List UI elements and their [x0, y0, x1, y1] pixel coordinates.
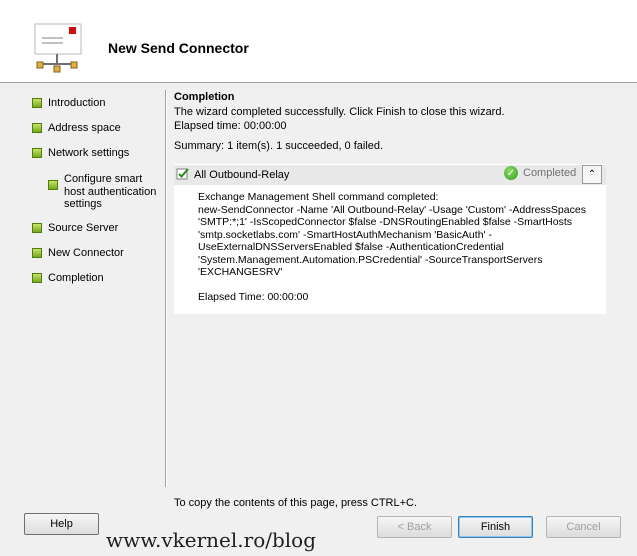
back-button[interactable]: < Back — [377, 516, 452, 538]
step-label: Source Server — [48, 222, 119, 234]
finish-button[interactable]: Finish — [458, 516, 533, 538]
step-label: New Connector — [48, 247, 124, 259]
watermark: www.vkernel.ro/blog — [106, 528, 317, 552]
step-new-connector[interactable]: New Connector — [32, 247, 124, 259]
task-elapsed-time: Elapsed Time: 00:00:00 — [198, 290, 309, 303]
step-smart-host-auth[interactable]: Configure smart host authentication sett… — [48, 173, 160, 211]
step-introduction[interactable]: Introduction — [32, 97, 105, 109]
task-name: All Outbound-Relay — [194, 169, 290, 181]
step-bullet-icon — [32, 148, 42, 158]
step-bullet-icon — [32, 98, 42, 108]
step-bullet-icon — [32, 223, 42, 233]
chevron-up-icon: ⌃ — [587, 169, 597, 180]
copy-hint: To copy the contents of this page, press… — [174, 497, 418, 509]
elapsed-time: Elapsed time: 00:00:00 — [174, 120, 287, 132]
step-bullet-icon — [32, 273, 42, 283]
step-label: Configure smart host authentication sett… — [64, 173, 157, 210]
summary-text: Summary: 1 item(s). 1 succeeded, 0 faile… — [174, 140, 384, 152]
step-bullet-icon — [32, 248, 42, 258]
wizard-header: New Send Connector — [0, 0, 637, 83]
task-status: ✓ Completed — [504, 166, 576, 180]
command-text: new-SendConnector -Name 'All Outbound-Re… — [198, 203, 586, 279]
step-bullet-icon — [32, 123, 42, 133]
step-label: Introduction — [48, 97, 106, 109]
check-circle-icon: ✓ — [504, 166, 518, 180]
command-output: Exchange Management Shell command comple… — [198, 191, 598, 303]
command-heading: Exchange Management Shell command comple… — [198, 191, 439, 203]
help-button[interactable]: Help — [24, 513, 99, 535]
completion-page: Completion The wizard completed successf… — [174, 91, 609, 152]
step-bullet-icon — [48, 180, 58, 190]
step-label: Address space — [48, 122, 121, 134]
completion-message: The wizard completed successfully. Click… — [174, 106, 505, 118]
step-source-server[interactable]: Source Server — [32, 222, 118, 234]
send-connector-icon — [34, 23, 82, 73]
nav-divider — [165, 90, 166, 487]
task-icon — [176, 168, 189, 180]
step-label: Network settings — [48, 147, 130, 159]
task-header[interactable]: All Outbound-Relay ✓ Completed ⌃ — [174, 164, 606, 186]
status-label: Completed — [523, 167, 577, 179]
cancel-button[interactable]: Cancel — [546, 516, 621, 538]
wizard-title: New Send Connector — [108, 40, 249, 56]
step-address-space[interactable]: Address space — [32, 122, 121, 134]
task-details: Exchange Management Shell command comple… — [174, 185, 606, 314]
page-title: Completion — [174, 91, 235, 103]
collapse-button[interactable]: ⌃ — [582, 165, 602, 184]
step-network-settings[interactable]: Network settings — [32, 147, 129, 159]
step-completion[interactable]: Completion — [32, 272, 104, 284]
step-label: Completion — [48, 272, 104, 284]
